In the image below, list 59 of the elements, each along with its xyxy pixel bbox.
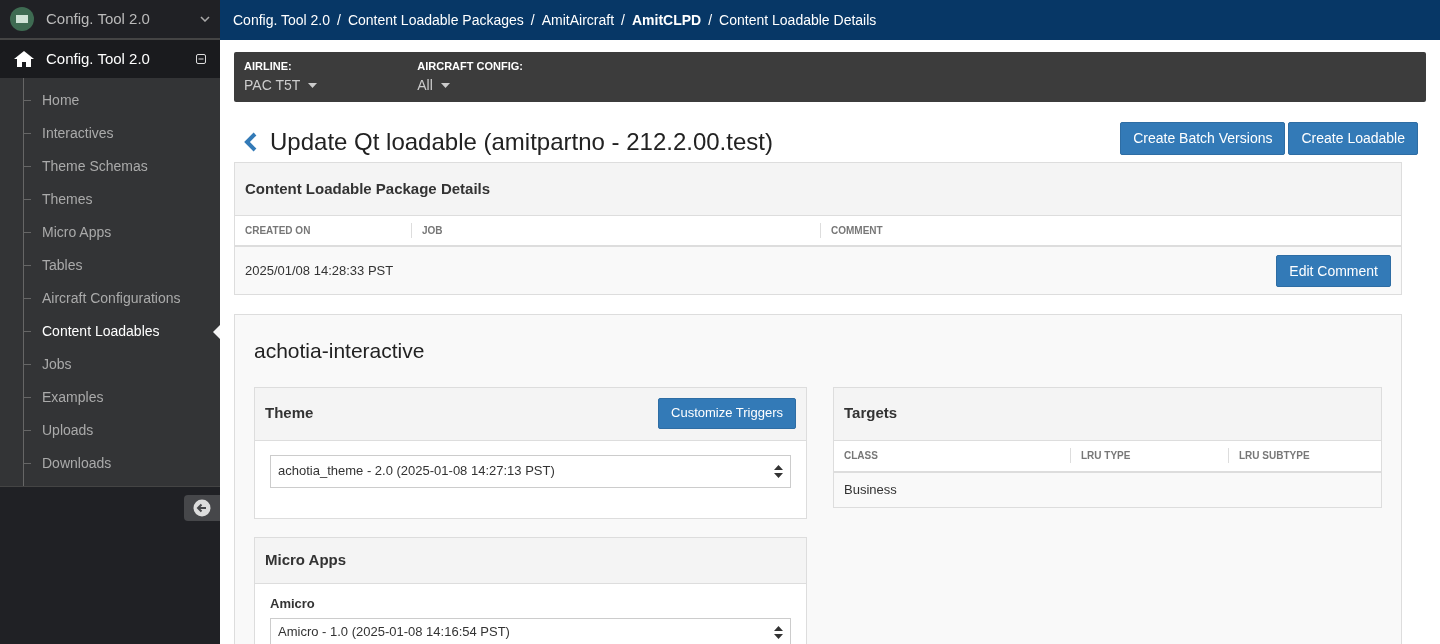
sidebar-item[interactable]: Interactives (42, 123, 114, 144)
sidebar-item[interactable]: Tables (42, 255, 83, 276)
card-title: Micro Apps (265, 549, 347, 570)
caret-icon (440, 82, 450, 88)
breadcrumb-separator: / (337, 10, 341, 30)
breadcrumb-link[interactable]: Config. Tool 2.0 (233, 9, 331, 31)
sort-arrows-icon (774, 625, 783, 639)
sidebar-item[interactable]: Downloads (42, 453, 112, 474)
collapse-icon[interactable] (196, 54, 206, 64)
filter-label: AIRLINE: (244, 59, 293, 75)
breadcrumb-link[interactable]: Content Loadable Packages (347, 9, 524, 31)
app-title: Config. Tool 2.0 (46, 8, 151, 29)
app-logo-icon (10, 7, 34, 31)
back-chevron-icon[interactable] (244, 132, 258, 152)
micro-app-select[interactable]: Amicro - 1.0 (2025-01-08 14:16:54 PST) (270, 618, 791, 644)
column-header: COMMENT (831, 225, 883, 236)
action-button[interactable]: Create Batch Versions (1120, 121, 1286, 155)
page-title: Update Qt loadable (amitpartno - 212.2.00.test) (270, 127, 773, 157)
column-header: LRU SUBTYPE (1239, 450, 1310, 461)
table-cell: Business (844, 481, 897, 497)
customize-triggers-button[interactable]: Customize Triggers (658, 398, 796, 429)
breadcrumb-link[interactable]: AmitCLPD (631, 9, 702, 31)
sidebar-item[interactable]: Home (42, 90, 80, 111)
column-header: JOB (422, 225, 443, 236)
sidebar-item[interactable]: Uploads (42, 420, 94, 441)
collapse-sidebar-button[interactable] (184, 495, 220, 521)
breadcrumb-separator: / (621, 10, 625, 30)
card-title: Theme (265, 403, 314, 424)
sort-arrows-icon (774, 464, 783, 478)
column-header: CREATED ON (245, 225, 311, 236)
sidebar-item[interactable]: Aircraft Configurations (42, 288, 181, 309)
field-label: Amicro (270, 594, 316, 613)
sidebar-header: Config. Tool 2.0 (46, 48, 151, 69)
edit-comment-button[interactable]: Edit Comment (1276, 254, 1391, 287)
caret-icon (308, 82, 318, 88)
chevron-down-icon (200, 16, 210, 22)
sidebar-item[interactable]: Theme Schemas (42, 156, 148, 177)
filter-dropdown[interactable]: All (417, 74, 523, 96)
sidebar-item[interactable]: Jobs (42, 354, 72, 375)
arrow-left-icon (193, 499, 211, 517)
card-title: Targets (844, 403, 898, 424)
action-button[interactable]: Create Loadable (1288, 121, 1418, 155)
table-cell-text: 2025/01/08 14:28:33 PST (245, 261, 394, 280)
section-title: achotia-interactive (254, 338, 426, 364)
column-header: LRU TYPE (1081, 450, 1131, 461)
column-header: CLASS (844, 450, 878, 461)
breadcrumb-separator: / (530, 10, 535, 30)
breadcrumb-link[interactable]: AmitAircraft (541, 9, 615, 31)
sidebar-item[interactable]: Content Loadables (42, 321, 160, 342)
filter-label: AIRCRAFT CONFIG: (417, 59, 523, 75)
panel-title: Content Loadable Package Details (245, 178, 491, 199)
theme-select[interactable]: achotia_theme - 2.0 (2025-01-08 14:27:13 PST) (270, 454, 791, 488)
sidebar-item[interactable]: Examples (42, 387, 104, 408)
breadcrumb-link[interactable]: Content Loadable Details (719, 9, 877, 31)
breadcrumb-separator: / (708, 10, 713, 30)
home-icon (14, 51, 34, 67)
sidebar-item[interactable]: Themes (42, 189, 93, 210)
filter-dropdown[interactable]: PAC T5T (244, 74, 318, 96)
sidebar-item[interactable]: Micro Apps (42, 222, 112, 243)
